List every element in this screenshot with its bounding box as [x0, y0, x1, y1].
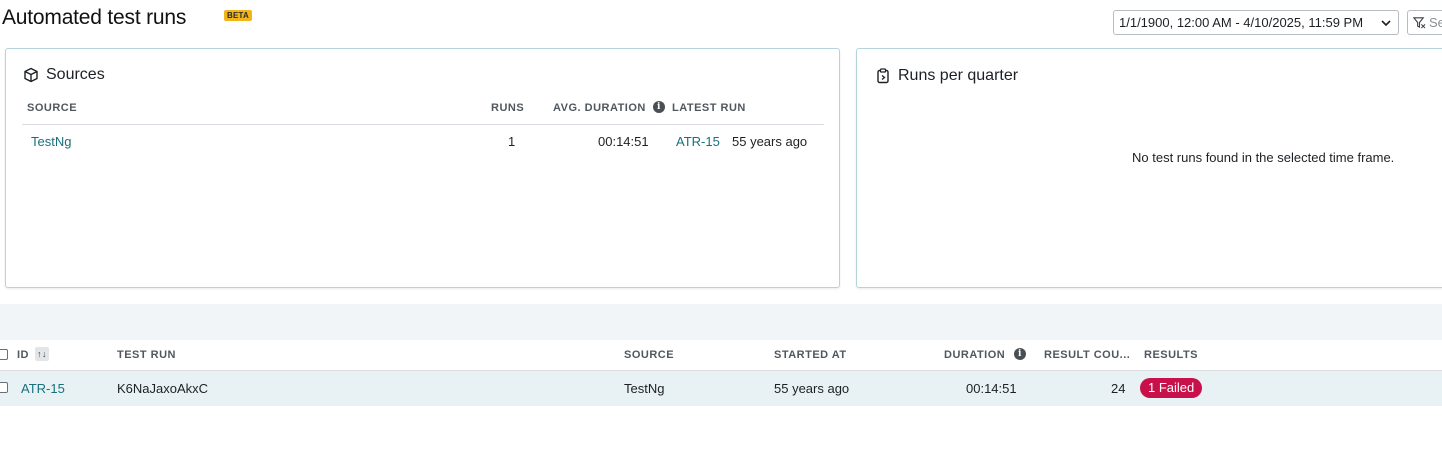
run-source: TestNg: [624, 381, 665, 396]
page-header: Automated test runs BETA 1/1/1900, 12:00…: [0, 0, 1442, 40]
clipboard-icon: [877, 68, 889, 84]
date-range-value: 1/1/1900, 12:00 AM - 4/10/2025, 11:59 PM: [1119, 15, 1364, 30]
col-source: SOURCE: [27, 102, 78, 114]
beta-badge: BETA: [224, 10, 252, 21]
col-result-count[interactable]: RESULT COU...: [1044, 349, 1130, 361]
table-toolbar: [0, 304, 1442, 340]
filter-search-input[interactable]: Se: [1407, 10, 1442, 35]
run-id-link[interactable]: ATR-15: [21, 381, 65, 396]
select-all-checkbox[interactable]: [0, 349, 8, 360]
source-runs: 1: [508, 134, 516, 149]
quarter-title-text: Runs per quarter: [898, 67, 1019, 84]
filter-icon: [1413, 17, 1426, 29]
run-name: K6NaJaxoAkxC: [117, 381, 209, 396]
col-id[interactable]: ID: [17, 349, 29, 361]
quarter-card-title: Runs per quarter: [875, 67, 1018, 85]
sources-card: Sources SOURCE RUNS AVG. DURATION i LATE…: [5, 48, 840, 288]
col-source[interactable]: SOURCE: [624, 349, 674, 361]
page-title: Automated test runs: [2, 6, 187, 29]
date-range-picker[interactable]: 1/1/1900, 12:00 AM - 4/10/2025, 11:59 PM: [1113, 10, 1399, 35]
info-icon[interactable]: i: [653, 101, 665, 113]
latest-run-link[interactable]: ATR-15: [676, 134, 720, 149]
col-latest-run: LATEST RUN: [672, 102, 746, 114]
runs-table-header: ID ↑↓ TEST RUN SOURCE STARTED AT DURATIO…: [0, 340, 1442, 371]
chevron-down-icon: [1381, 20, 1391, 27]
col-duration[interactable]: DURATION: [944, 349, 1005, 361]
cube-icon: [24, 67, 38, 83]
sources-table-row: TestNg 1 00:14:51 ATR-15 55 years ago: [22, 134, 824, 152]
failed-status-badge[interactable]: 1 Failed: [1140, 378, 1203, 398]
runs-per-quarter-card: Runs per quarter No test runs found in t…: [856, 48, 1442, 288]
col-avg-duration: AVG. DURATION: [553, 102, 646, 114]
col-results[interactable]: RESULTS: [1144, 349, 1198, 361]
filter-placeholder: Se: [1429, 15, 1442, 30]
sources-table-header: SOURCE RUNS AVG. DURATION i LATEST RUN: [22, 101, 824, 125]
source-link[interactable]: TestNg: [31, 134, 71, 149]
run-result-count: 24: [1111, 381, 1126, 396]
sources-title-text: Sources: [46, 66, 105, 83]
run-started-at: 55 years ago: [774, 381, 850, 396]
col-started-at[interactable]: STARTED AT: [774, 349, 847, 361]
col-test-run[interactable]: TEST RUN: [117, 349, 176, 361]
info-icon[interactable]: i: [1014, 348, 1026, 360]
col-runs: RUNS: [491, 102, 525, 114]
row-checkbox[interactable]: [0, 382, 8, 393]
sort-icon[interactable]: ↑↓: [35, 347, 49, 361]
table-row[interactable]: ATR-15 K6NaJaxoAkxC TestNg 55 years ago …: [0, 371, 1442, 406]
empty-state-message: No test runs found in the selected time …: [1132, 150, 1395, 165]
run-duration: 00:14:51: [966, 381, 1017, 396]
sources-card-title: Sources: [23, 66, 105, 84]
source-avg-duration: 00:14:51: [598, 134, 649, 149]
latest-run-age: 55 years ago: [732, 134, 808, 149]
